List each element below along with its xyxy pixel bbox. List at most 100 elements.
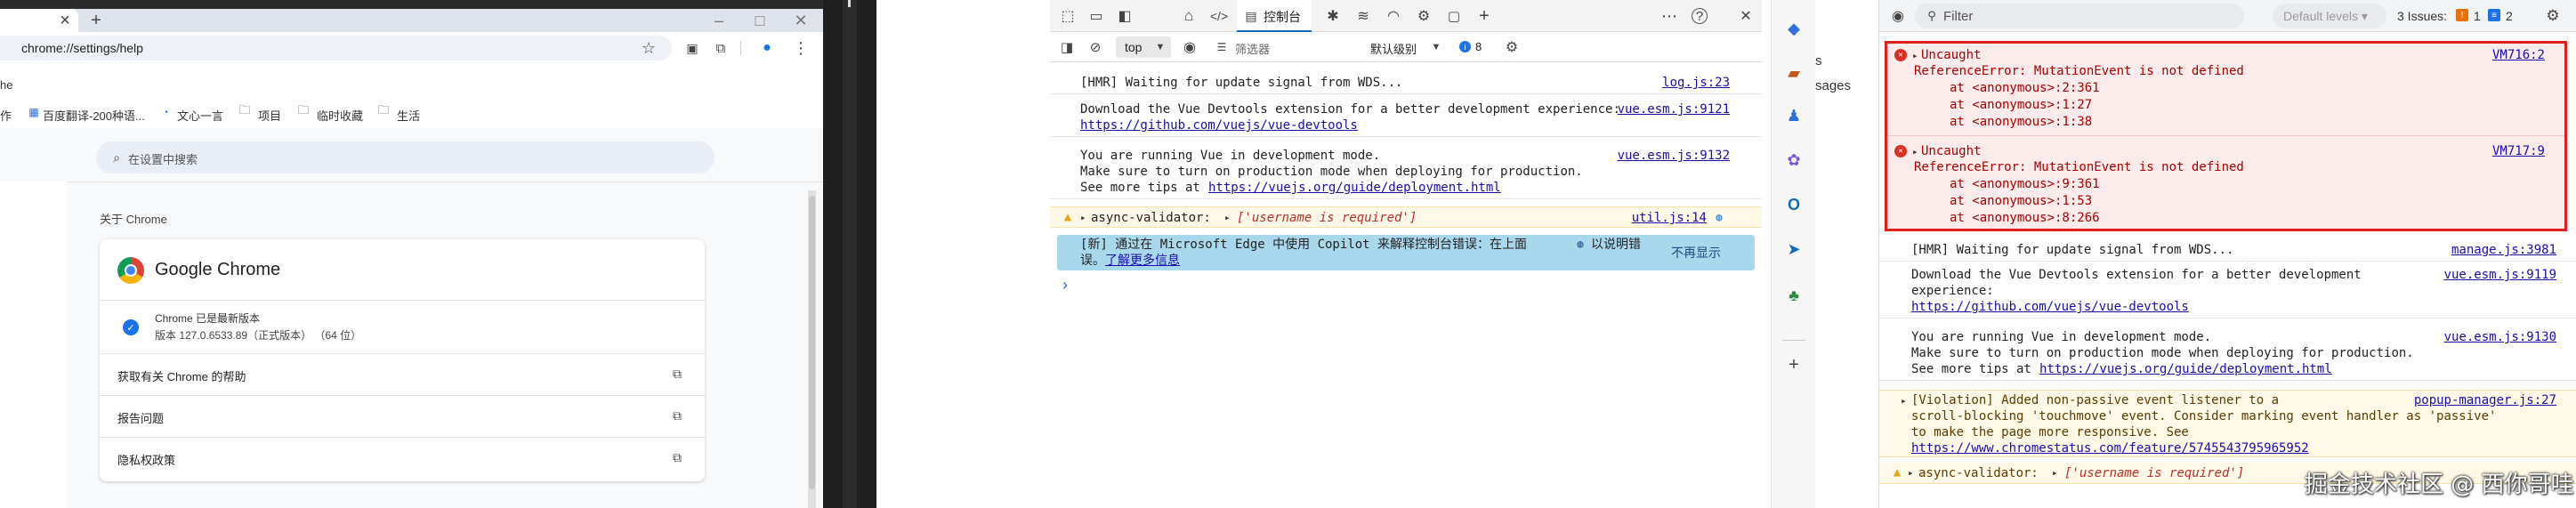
source-link[interactable]: manage.js:3981 xyxy=(2451,242,2556,258)
url-text: chrome://settings/help xyxy=(21,41,143,55)
live-expression-eye-icon[interactable]: ◉ xyxy=(1180,37,1199,57)
warning-icon: ▲ xyxy=(1063,210,1072,224)
network-wifi-icon[interactable]: ≋ xyxy=(1353,5,1374,27)
sidebar-outlook-icon[interactable]: O xyxy=(1783,194,1805,215)
expand-arrow-icon[interactable]: ▸ xyxy=(1912,48,1918,64)
report-link-row[interactable]: 报告问题 ⧉ xyxy=(100,396,705,437)
dropdown-arrow-icon: ▼ xyxy=(1431,42,1441,52)
console-prompt[interactable]: › xyxy=(1062,276,1068,294)
source-link[interactable]: log.js:23 xyxy=(1662,75,1730,91)
expand-arrow-icon[interactable]: ▸ xyxy=(1224,210,1231,226)
section-title: 关于 Chrome xyxy=(100,213,167,226)
sidebar-tag-icon[interactable]: ◆ xyxy=(1783,18,1805,39)
expand-arrow-icon[interactable]: ▸ xyxy=(1080,210,1086,226)
settings-search[interactable]: ⌕ 在设置中搜索 xyxy=(96,141,715,173)
log-levels-right[interactable]: Default levels ▾ xyxy=(2273,4,2386,28)
sidebar-add-icon[interactable]: + xyxy=(1783,354,1805,375)
welcome-home-icon[interactable]: ⌂ xyxy=(1178,5,1199,27)
maximize-icon[interactable]: □ xyxy=(749,10,771,31)
console-settings-gear-icon[interactable]: ⚙ xyxy=(1502,37,1522,57)
bookmark-folder[interactable]: 项目 xyxy=(258,107,281,124)
close-window-icon[interactable]: ✕ xyxy=(790,10,812,31)
tab-search-icon[interactable]: ▣ xyxy=(683,39,701,57)
source-link[interactable]: VM716:2 xyxy=(2492,47,2545,63)
folder-icon: 🗀 xyxy=(297,103,310,117)
issues-counter[interactable]: i 8 xyxy=(1458,36,1493,58)
tab-strip: × + – □ ✕ xyxy=(0,0,823,32)
bookmark-item[interactable]: 文心一言 xyxy=(177,107,223,124)
message-link[interactable]: https://github.com/vuejs/vue-devtools xyxy=(1080,117,1358,133)
source-link[interactable]: vue.esm.js:9132 xyxy=(1618,148,1730,164)
bookmark-item[interactable]: 作 xyxy=(0,107,12,124)
violation-message: ▸ [Violation] Added non-passive event li… xyxy=(1879,390,2576,457)
expand-arrow-icon[interactable]: ▸ xyxy=(1901,393,1907,409)
console-filter[interactable]: ☰ 筛选器 xyxy=(1208,36,1333,58)
sidebar-send-icon[interactable]: ➤ xyxy=(1783,238,1805,260)
eye-icon[interactable]: ◉ xyxy=(1888,6,1908,26)
console-filter-right[interactable]: ⚲ Filter xyxy=(1915,4,2244,28)
more-options-icon[interactable]: ⋯ xyxy=(1659,5,1680,27)
violation-link[interactable]: https://www.chromestatus.com/feature/574… xyxy=(1911,440,2309,456)
issue-info-icon: i xyxy=(1459,41,1471,52)
new-tab-icon[interactable]: + xyxy=(85,10,107,31)
sidebar-person-icon[interactable]: ♟ xyxy=(1783,105,1805,126)
source-link[interactable]: popup-manager.js:27 xyxy=(2414,392,2556,408)
address-toolbar: chrome://settings/help ☆ ▣ ⧉ ● ⋮ xyxy=(0,32,823,64)
source-link[interactable]: util.js:14 xyxy=(1632,210,1707,226)
source-link[interactable]: vue.esm.js:9119 xyxy=(2444,267,2556,283)
privacy-link-row[interactable]: 隐私权政策 ⧉ xyxy=(100,438,705,479)
sidebar-tree-icon[interactable]: ♣ xyxy=(1783,285,1805,306)
bookmark-folder[interactable]: 临时收藏 xyxy=(317,107,363,124)
tab-console[interactable]: ▤ 控制台 xyxy=(1237,0,1312,32)
message-link[interactable]: https://vuejs.org/guide/deployment.html xyxy=(2039,361,2332,377)
bookmark-item[interactable]: 百度翻译-200种语... xyxy=(43,107,145,124)
page-scrollbar-thumb[interactable] xyxy=(809,196,815,489)
minimize-icon[interactable]: – xyxy=(708,10,730,31)
source-link[interactable]: vue.esm.js:9130 xyxy=(2444,329,2556,345)
expand-arrow-icon[interactable]: ▸ xyxy=(1908,465,1914,481)
inspect-icon[interactable]: ⬚ xyxy=(1057,5,1078,27)
elements-icon[interactable]: </> xyxy=(1207,5,1231,27)
performance-icon[interactable]: ◠ xyxy=(1383,5,1404,27)
help-link-row[interactable]: 获取有关 Chrome 的帮助 ⧉ xyxy=(100,354,705,395)
sidebar-copilot-icon[interactable]: ✿ xyxy=(1783,149,1805,171)
copilot-explain-icon[interactable]: ◍ xyxy=(1712,210,1726,224)
expand-arrow-icon[interactable]: ▸ xyxy=(1912,144,1918,160)
help-icon[interactable]: ? xyxy=(1692,8,1708,24)
violation-text: [Violation] Added non-passive event list… xyxy=(1911,393,2280,407)
close-devtools-icon[interactable]: ✕ xyxy=(1735,5,1756,27)
star-icon[interactable]: ☆ xyxy=(639,38,658,58)
message-link[interactable]: https://github.com/vuejs/vue-devtools xyxy=(1911,299,2189,315)
source-link[interactable]: vue.esm.js:9121 xyxy=(1618,101,1730,117)
dismiss-button[interactable]: 不再显示 xyxy=(1671,245,1721,261)
log-levels-dropdown[interactable]: 默认级别 ▼ xyxy=(1367,36,1447,58)
sidebar-briefcase-icon[interactable]: ▰ xyxy=(1783,62,1805,84)
error-icon: ✕ xyxy=(1894,49,1907,61)
settings-gear-icon[interactable]: ⚙ xyxy=(1413,5,1434,27)
source-link[interactable]: VM717:9 xyxy=(2492,143,2545,159)
clear-console-icon[interactable]: ⊘ xyxy=(1086,37,1105,57)
console-settings-gear-icon[interactable]: ⚙ xyxy=(2543,6,2563,26)
message-link[interactable]: https://vuejs.org/guide/deployment.html xyxy=(1208,180,1501,196)
extensions-icon[interactable]: ⧉ xyxy=(712,39,730,57)
learn-more-link[interactable]: 了解更多信息 xyxy=(1105,253,1180,269)
more-tools-plus-icon[interactable]: + xyxy=(1474,5,1495,27)
bookmark-folder[interactable]: 生活 xyxy=(397,107,420,124)
message-text: Make sure to turn on production mode whe… xyxy=(1911,346,2414,360)
update-check-icon: ✓ xyxy=(123,319,139,335)
context-selector[interactable]: top ▼ xyxy=(1116,36,1171,58)
sidebar-toggle-icon[interactable]: ◨ xyxy=(1057,37,1077,57)
sources-bug-icon[interactable]: ✱ xyxy=(1322,5,1344,27)
open-external-icon: ⧉ xyxy=(673,366,682,381)
application-icon[interactable]: ▢ xyxy=(1443,5,1465,27)
more-menu-icon[interactable]: ⋮ xyxy=(792,39,810,57)
device-toolbar-icon[interactable]: ▭ xyxy=(1086,5,1107,27)
omnibox[interactable]: chrome://settings/help ☆ xyxy=(0,36,672,60)
issues-label[interactable]: 3 Issues: xyxy=(2397,9,2447,23)
dock-icon[interactable]: ◧ xyxy=(1114,5,1135,27)
privacy-link-label: 隐私权政策 xyxy=(117,454,176,467)
tab-close-icon[interactable]: × xyxy=(55,11,75,30)
expand-arrow-icon[interactable]: ▸ xyxy=(2052,465,2058,481)
console-message: You are running Vue in development mode.… xyxy=(1050,148,1762,199)
profile-icon[interactable]: ● xyxy=(758,39,776,57)
